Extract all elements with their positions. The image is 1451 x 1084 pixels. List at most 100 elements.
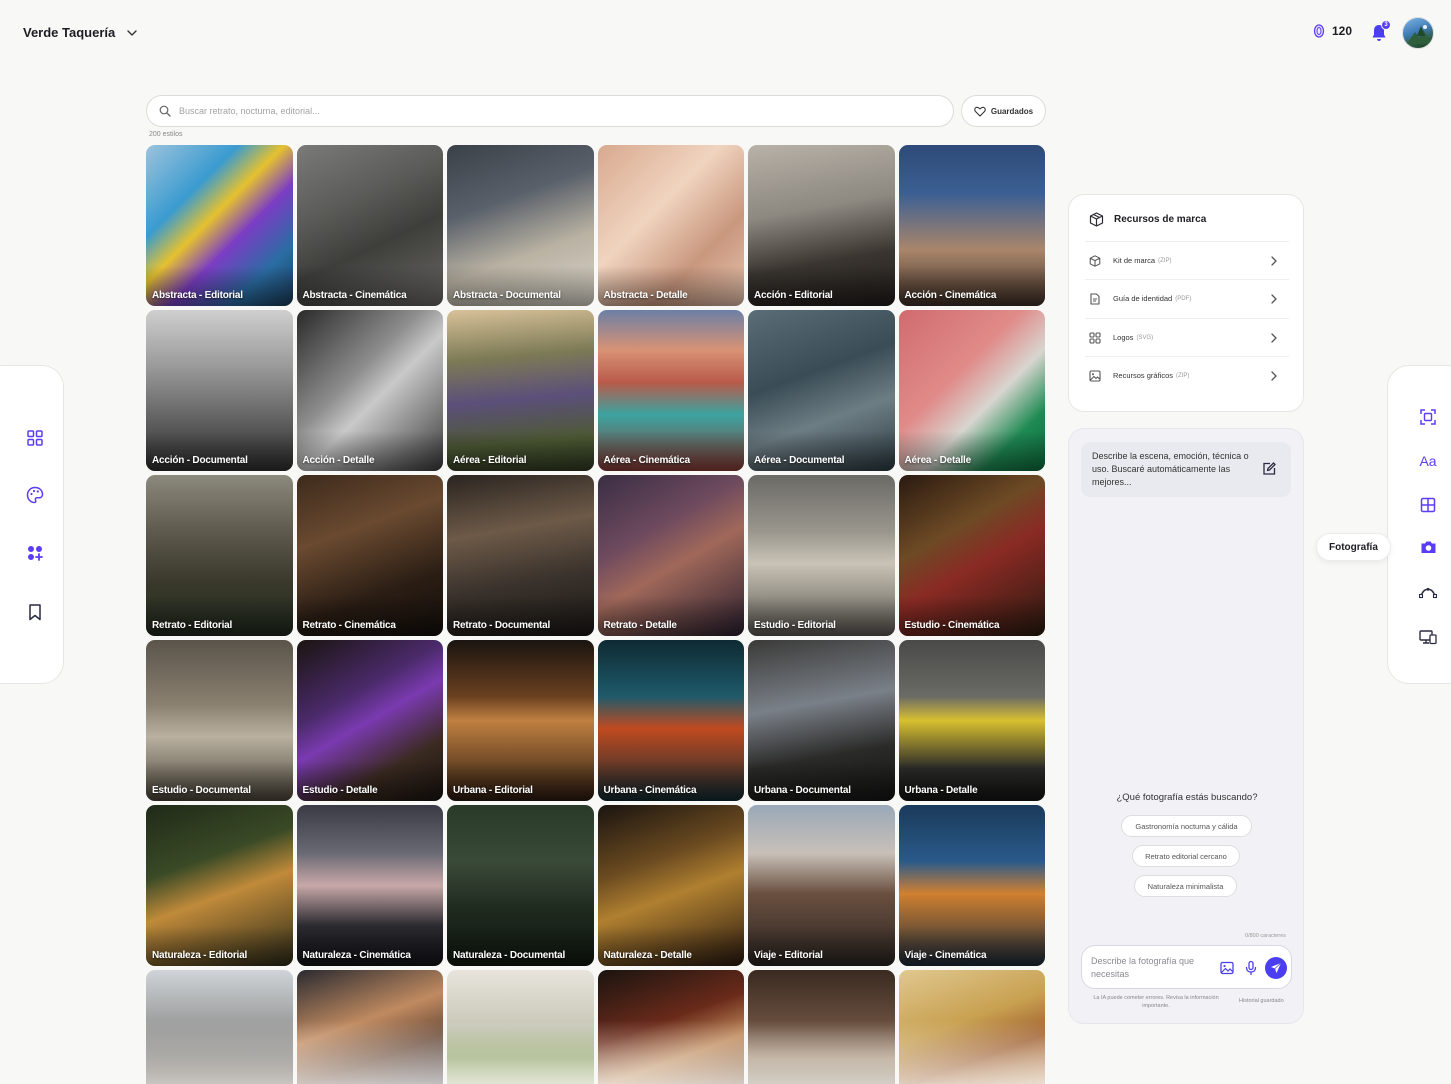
style-tile-label: Naturaleza - Cinemática xyxy=(302,950,411,961)
style-tile[interactable]: Viaje - Editorial xyxy=(748,805,895,966)
brand-resources-card: Recursos de marca Kit de marca (ZIP) Guí… xyxy=(1068,194,1304,412)
resource-item-graphic-assets[interactable]: Recursos gráficos (ZIP) xyxy=(1085,356,1289,394)
coin-icon xyxy=(1313,24,1325,38)
style-tile[interactable]: Retrato - Editorial xyxy=(146,475,293,636)
resource-type: (PDF) xyxy=(1175,295,1192,302)
resource-name: Recursos gráficos xyxy=(1113,371,1174,380)
components-icon[interactable] xyxy=(25,543,45,563)
palette-icon[interactable] xyxy=(25,485,45,505)
vector-icon[interactable] xyxy=(1418,582,1438,602)
credits-count: 120 xyxy=(1332,24,1353,38)
bookmark-icon[interactable] xyxy=(25,602,45,622)
prompt-input[interactable] xyxy=(1091,955,1215,983)
suggestion-chip[interactable]: Gastronomía nocturna y cálida xyxy=(1121,815,1252,837)
style-tile[interactable]: Acción - Documental xyxy=(146,310,293,471)
style-tile[interactable]: Urbana - Editorial xyxy=(447,640,594,801)
style-tile-label: Acción - Cinemática xyxy=(904,290,997,301)
resource-item-brand-kit[interactable]: Kit de marca (ZIP) xyxy=(1085,241,1289,279)
history-link[interactable]: Historial guardado xyxy=(1239,998,1284,1004)
style-tile[interactable] xyxy=(748,970,895,1084)
package-icon xyxy=(1089,212,1104,227)
resource-item-identity-guide[interactable]: Guía de identidad (PDF) xyxy=(1085,279,1289,317)
suggestion-chip[interactable]: Retrato editorial cercano xyxy=(1132,845,1240,867)
saved-button[interactable]: Guardados xyxy=(961,95,1046,127)
search-bar[interactable] xyxy=(146,95,954,127)
style-tile[interactable]: Viaje - Cinemática xyxy=(898,805,1045,966)
resource-type: (SVG) xyxy=(1136,334,1154,341)
character-counter: 0/800 caracteres xyxy=(1245,933,1286,939)
brand-resources-header: Recursos de marca xyxy=(1089,212,1206,227)
style-tile[interactable]: Estudio - Detalle xyxy=(296,640,443,801)
scan-icon[interactable] xyxy=(1418,407,1438,427)
style-tile[interactable] xyxy=(597,970,744,1084)
style-tile[interactable]: Retrato - Documental xyxy=(447,475,594,636)
avatar[interactable] xyxy=(1402,17,1434,49)
grid-icon[interactable] xyxy=(25,428,45,448)
style-tile-label: Estudio - Detalle xyxy=(302,785,378,796)
style-tile[interactable] xyxy=(898,970,1045,1084)
style-tile[interactable]: Estudio - Cinemática xyxy=(898,475,1045,636)
resource-name: Logos xyxy=(1113,333,1134,342)
style-tile[interactable]: Aérea - Detalle xyxy=(898,310,1045,471)
camera-icon[interactable] xyxy=(1418,537,1438,557)
style-tile-label: Urbana - Cinemática xyxy=(603,785,697,796)
notification-badge: 3 xyxy=(1381,20,1391,30)
style-tile[interactable] xyxy=(447,970,594,1084)
style-tile[interactable]: Abstracta - Detalle xyxy=(597,145,744,306)
style-tile-label: Aérea - Detalle xyxy=(904,455,972,466)
prompt-box xyxy=(1081,945,1292,989)
style-tile[interactable]: Acción - Cinemática xyxy=(898,145,1045,306)
microphone-icon[interactable] xyxy=(1243,960,1259,976)
credits-indicator[interactable]: 120 xyxy=(1312,24,1352,38)
styles-count: 200 estilos xyxy=(149,131,183,138)
typography-glyph: Aa xyxy=(1419,453,1437,469)
style-tile-label: Estudio - Cinemática xyxy=(904,620,1000,631)
style-tile[interactable]: Naturaleza - Cinemática xyxy=(296,805,443,966)
attach-image-icon[interactable] xyxy=(1219,960,1235,976)
style-tile[interactable]: Abstracta - Cinemática xyxy=(296,145,443,306)
style-tile[interactable]: Estudio - Editorial xyxy=(748,475,895,636)
layout-icon[interactable] xyxy=(1418,495,1438,515)
style-tile[interactable] xyxy=(296,970,443,1084)
chevron-right-icon xyxy=(1271,333,1277,343)
style-tile[interactable]: Retrato - Detalle xyxy=(597,475,744,636)
style-tile[interactable] xyxy=(146,970,293,1084)
style-tile-label: Acción - Documental xyxy=(152,455,248,466)
style-tile-label: Acción - Editorial xyxy=(754,290,833,301)
style-grid: Abstracta - Editorial Abstracta - Cinemát… xyxy=(146,145,1046,1084)
style-tile[interactable]: Naturaleza - Detalle xyxy=(597,805,744,966)
style-tile-label: Aérea - Cinemática xyxy=(603,455,691,466)
style-tile-label: Retrato - Editorial xyxy=(152,620,233,631)
style-tile[interactable]: Estudio - Documental xyxy=(146,640,293,801)
search-input[interactable] xyxy=(179,106,919,116)
workspace-switcher[interactable]: Verde Taquería xyxy=(23,25,139,40)
style-tile[interactable]: Aérea - Documental xyxy=(748,310,895,471)
style-tile-label: Acción - Detalle xyxy=(302,455,375,466)
style-tile[interactable]: Retrato - Cinemática xyxy=(296,475,443,636)
style-tile[interactable]: Urbana - Detalle xyxy=(898,640,1045,801)
style-tile[interactable]: Naturaleza - Editorial xyxy=(146,805,293,966)
style-tile[interactable]: Urbana - Documental xyxy=(748,640,895,801)
style-tile[interactable]: Abstracta - Documental xyxy=(447,145,594,306)
style-tile-label: Abstracta - Cinemática xyxy=(302,290,407,301)
style-tile-label: Viaje - Editorial xyxy=(754,950,823,961)
devices-icon[interactable] xyxy=(1418,627,1438,647)
resource-item-logos[interactable]: Logos (SVG) xyxy=(1085,318,1289,356)
send-button[interactable] xyxy=(1265,957,1287,979)
style-tile-label: Estudio - Documental xyxy=(152,785,251,796)
style-tile[interactable]: Acción - Detalle xyxy=(296,310,443,471)
typography-icon[interactable]: Aa xyxy=(1418,451,1438,471)
notifications-button[interactable]: 3 xyxy=(1368,20,1391,44)
chevron-right-icon xyxy=(1271,371,1277,381)
style-tile[interactable]: Acción - Editorial xyxy=(748,145,895,306)
style-tile-label: Urbana - Editorial xyxy=(453,785,533,796)
style-tile-label: Naturaleza - Documental xyxy=(453,950,566,961)
style-tile[interactable]: Aérea - Cinemática xyxy=(597,310,744,471)
style-tile[interactable]: Urbana - Cinemática xyxy=(597,640,744,801)
style-tile[interactable]: Aérea - Editorial xyxy=(447,310,594,471)
edit-icon[interactable] xyxy=(1261,461,1277,477)
style-tile[interactable]: Abstracta - Editorial xyxy=(146,145,293,306)
suggestion-chip[interactable]: Naturaleza minimalista xyxy=(1134,875,1237,897)
heart-icon xyxy=(974,106,986,117)
style-tile[interactable]: Naturaleza - Documental xyxy=(447,805,594,966)
